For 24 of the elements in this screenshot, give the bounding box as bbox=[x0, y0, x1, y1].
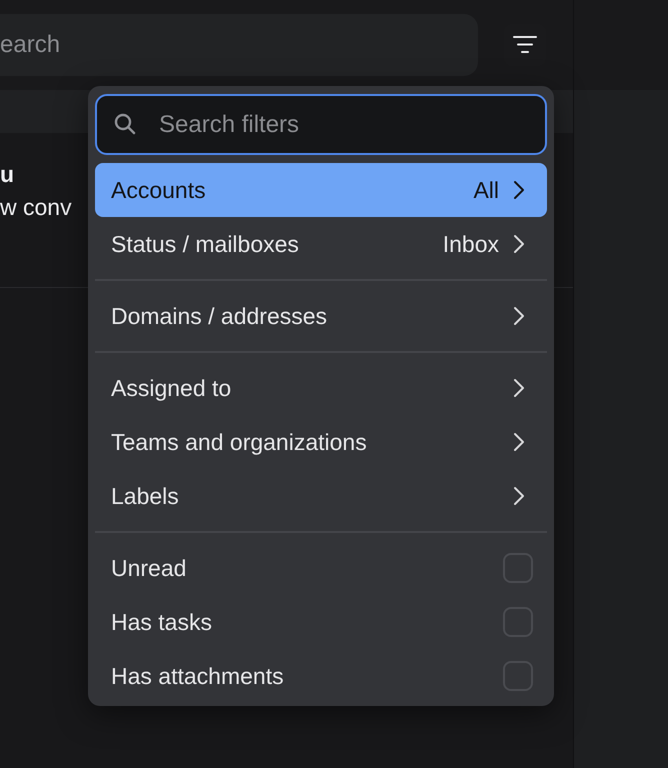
chevron-right-icon bbox=[513, 180, 525, 200]
chevron-right-icon bbox=[513, 306, 525, 326]
menu-item[interactable]: Labels bbox=[95, 469, 547, 523]
menu-item[interactable]: Teams and organizations bbox=[95, 415, 547, 469]
checkbox[interactable] bbox=[503, 661, 533, 691]
chevron-right-icon bbox=[513, 486, 525, 506]
checkbox-label: Has attachments bbox=[111, 662, 284, 690]
menu-item[interactable]: Accounts All bbox=[95, 163, 547, 217]
filter-icon bbox=[513, 35, 537, 55]
sender-name: u bbox=[0, 161, 16, 188]
checkbox-label: Has tasks bbox=[111, 608, 212, 636]
menu-item[interactable]: Domains / addresses bbox=[95, 289, 547, 343]
search-icon bbox=[113, 112, 137, 136]
search-field[interactable]: Search filters bbox=[95, 94, 547, 155]
menu-item[interactable]: Status / mailboxes Inbox bbox=[95, 217, 547, 271]
search-field[interactable]: earch bbox=[0, 14, 478, 76]
chevron-right-icon bbox=[513, 234, 525, 254]
message-preview: w conv bbox=[0, 194, 73, 221]
chevron-right-icon bbox=[513, 378, 525, 398]
checkbox[interactable] bbox=[503, 553, 533, 583]
checkbox-label: Unread bbox=[111, 554, 186, 582]
chevron-right-icon bbox=[513, 432, 525, 452]
menu-item[interactable]: Assigned to bbox=[95, 361, 547, 415]
checkbox[interactable] bbox=[503, 607, 533, 637]
